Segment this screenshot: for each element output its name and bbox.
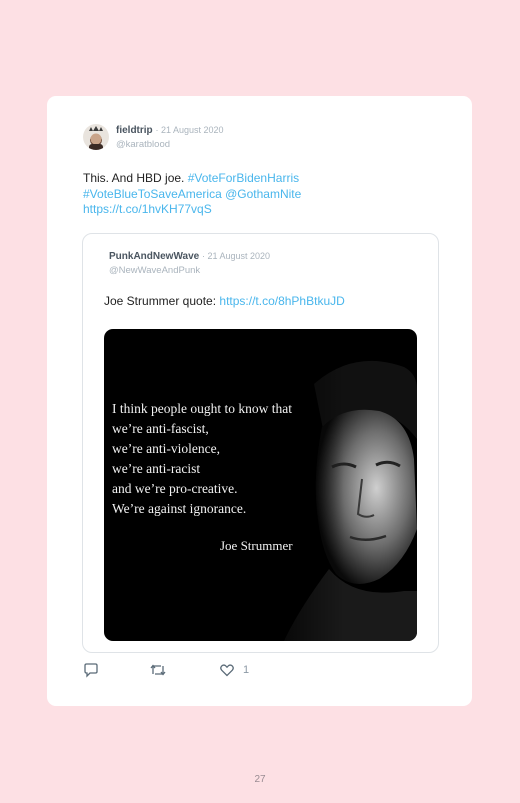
image-quote-line: we’re anti-fascist, xyxy=(112,421,209,436)
retweet-icon xyxy=(150,664,166,676)
image-quote-attribution: Joe Strummer xyxy=(220,538,293,553)
like-count: 1 xyxy=(243,664,250,676)
image-quote-line: I think people ought to know that xyxy=(112,401,292,416)
heart-icon xyxy=(220,664,234,677)
reply-button[interactable] xyxy=(83,662,99,678)
quoted-tweet-link[interactable]: https://t.co/8hPhBtkuJD xyxy=(219,294,344,308)
tweet-text-plain: This. And HBD joe. xyxy=(83,171,188,185)
tweet-actions: 1 xyxy=(83,662,283,678)
author-name-text: fieldtrip xyxy=(116,125,153,136)
page-number: 27 xyxy=(254,774,266,785)
like-button[interactable]: 1 xyxy=(219,662,249,678)
author-avatar[interactable] xyxy=(83,124,109,150)
tweet-text: This. And HBD joe. #VoteForBidenHarris #… xyxy=(83,171,423,218)
quoted-author-handle[interactable]: @NewWaveAndPunk xyxy=(109,265,200,276)
quoted-tweet-text: Joe Strummer quote: https://t.co/8hPhBtk… xyxy=(104,294,345,308)
quoted-tweet[interactable]: PunkAndNewWave · 21 August 2020 @NewWave… xyxy=(82,233,439,653)
tweet-link[interactable]: https://t.co/1hvKH77vqS xyxy=(83,202,212,216)
quoted-tweet-text-plain: Joe Strummer quote: xyxy=(104,294,220,308)
author-handle[interactable]: @karatblood xyxy=(116,139,170,150)
quoted-tweet-image[interactable]: I think people ought to know that we’re … xyxy=(104,329,417,641)
quoted-author-name-text: PunkAndNewWave xyxy=(109,251,200,262)
image-quote-line: We’re against ignorance. xyxy=(112,501,247,516)
hashtag-vote-for-biden-harris[interactable]: #VoteForBidenHarris xyxy=(188,171,299,185)
image-quote-text: I think people ought to know that we’re … xyxy=(112,399,292,519)
hashtag-vote-blue[interactable]: #VoteBlueToSaveAmerica xyxy=(83,187,222,201)
image-quote-line: and we’re pro-creative. xyxy=(112,481,238,496)
image-quote-line: we’re anti-racist xyxy=(112,461,201,476)
quoted-author-name[interactable]: PunkAndNewWave · 21 August 2020 xyxy=(109,251,270,262)
tweet-card: fieldtrip · 21 August 2020 @karatblood T… xyxy=(47,96,472,706)
quoted-tweet-date: · 21 August 2020 xyxy=(201,251,271,261)
reply-icon xyxy=(84,663,98,678)
image-quote-line: we’re anti-violence, xyxy=(112,441,220,456)
retweet-button[interactable] xyxy=(149,662,167,678)
author-name[interactable]: fieldtrip · 21 August 2020 xyxy=(116,125,224,136)
tweet-date: · 21 August 2020 xyxy=(155,125,224,135)
mention-gotham-nite[interactable]: @GothamNite xyxy=(225,187,301,201)
